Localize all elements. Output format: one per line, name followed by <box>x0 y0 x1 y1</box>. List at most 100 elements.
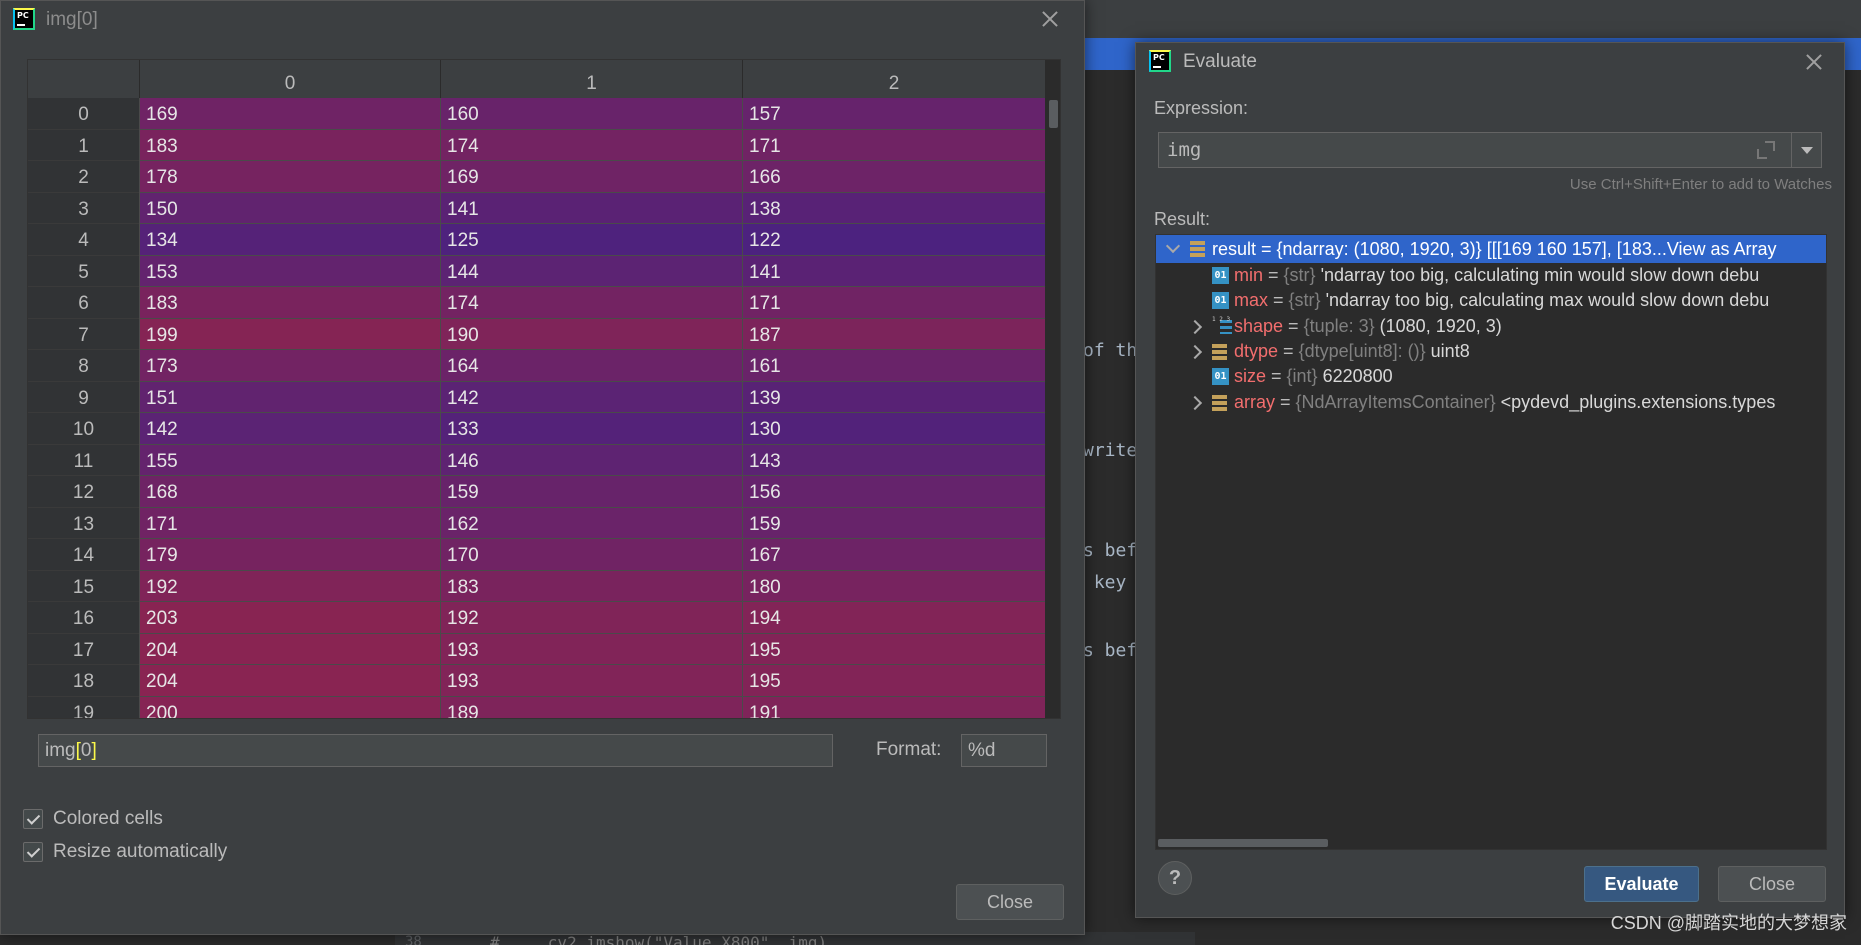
evaluate-button[interactable]: Evaluate <box>1584 866 1699 902</box>
table-cell[interactable]: 166 <box>742 161 1045 193</box>
table-row[interactable]: 4 134 125 122 <box>28 224 1045 256</box>
table-cell[interactable]: 138 <box>742 192 1045 224</box>
table-row[interactable]: 12 168 159 156 <box>28 476 1045 508</box>
colored-cells-checkbox[interactable]: Colored cells <box>23 807 163 831</box>
table-row[interactable]: 13 171 162 159 <box>28 507 1045 539</box>
table-row[interactable]: 14 179 170 167 <box>28 539 1045 571</box>
table-row[interactable]: 5 153 144 141 <box>28 255 1045 287</box>
table-cell[interactable]: 195 <box>742 665 1045 697</box>
table-cell[interactable]: 144 <box>440 255 742 287</box>
result-tree[interactable]: result = {ndarray: (1080, 1920, 3)} [[[1… <box>1155 234 1827 850</box>
array-viewer-titlebar[interactable]: PC img[0] <box>1 1 1084 41</box>
close-button[interactable]: Close <box>956 884 1064 920</box>
table-cell[interactable]: 156 <box>742 476 1045 508</box>
close-icon[interactable] <box>1038 7 1062 31</box>
table-cell[interactable]: 171 <box>139 507 440 539</box>
scrollbar-thumb[interactable] <box>1158 839 1328 847</box>
table-row[interactable]: 10 142 133 130 <box>28 413 1045 445</box>
table-cell[interactable]: 125 <box>440 224 742 256</box>
array-grid[interactable]: 0 1 2 0 169 160 157 1 183 174 171 2 178 169 166 3 150… <box>27 59 1061 719</box>
table-cell[interactable]: 142 <box>139 413 440 445</box>
table-cell[interactable]: 162 <box>440 507 742 539</box>
column-header[interactable]: 1 <box>440 60 742 98</box>
expression-input[interactable]: img <box>1158 132 1822 168</box>
chevron-right-icon[interactable] <box>1187 344 1203 359</box>
table-row[interactable]: 6 183 174 171 <box>28 287 1045 319</box>
table-cell[interactable]: 204 <box>139 633 440 665</box>
tree-row-shape[interactable]: shape = {tuple: 3} (1080, 1920, 3) <box>1156 314 1826 339</box>
table-cell[interactable]: 183 <box>440 570 742 602</box>
checkbox-checked-icon[interactable] <box>23 842 43 862</box>
table-cell[interactable]: 153 <box>139 255 440 287</box>
table-cell[interactable]: 171 <box>742 129 1045 161</box>
help-button[interactable]: ? <box>1158 861 1192 895</box>
table-row[interactable]: 0 169 160 157 <box>28 98 1045 130</box>
table-cell[interactable]: 169 <box>440 161 742 193</box>
tree-row-size[interactable]: 01 size = {int} 6220800 <box>1156 364 1826 389</box>
table-cell[interactable]: 151 <box>139 381 440 413</box>
table-row[interactable]: 16 203 192 194 <box>28 602 1045 634</box>
table-row[interactable]: 19 200 189 191 <box>28 696 1045 718</box>
chevron-right-icon[interactable] <box>1187 395 1203 410</box>
table-cell[interactable]: 173 <box>139 350 440 382</box>
table-cell[interactable]: 170 <box>440 539 742 571</box>
table-row[interactable]: 9 151 142 139 <box>28 381 1045 413</box>
table-cell[interactable]: 130 <box>742 413 1045 445</box>
table-cell[interactable]: 199 <box>139 318 440 350</box>
table-cell[interactable]: 139 <box>742 381 1045 413</box>
vertical-scrollbar[interactable] <box>1045 60 1060 718</box>
table-cell[interactable]: 192 <box>440 602 742 634</box>
table-cell[interactable]: 191 <box>742 696 1045 718</box>
table-row[interactable]: 8 173 164 161 <box>28 350 1045 382</box>
table-cell[interactable]: 168 <box>139 476 440 508</box>
table-cell[interactable]: 195 <box>742 633 1045 665</box>
tree-row-max[interactable]: 01 max = {str} 'ndarray too big, calculat… <box>1156 288 1826 313</box>
table-cell[interactable]: 179 <box>139 539 440 571</box>
table-cell[interactable]: 183 <box>139 287 440 319</box>
table-cell[interactable]: 174 <box>440 287 742 319</box>
table-cell[interactable]: 141 <box>440 192 742 224</box>
table-cell[interactable]: 141 <box>742 255 1045 287</box>
table-row[interactable]: 1 183 174 171 <box>28 129 1045 161</box>
table-cell[interactable]: 169 <box>139 98 440 130</box>
table-cell[interactable]: 155 <box>139 444 440 476</box>
tree-row-result[interactable]: result = {ndarray: (1080, 1920, 3)} [[[1… <box>1156 235 1826 263</box>
column-header[interactable]: 0 <box>139 60 440 98</box>
table-cell[interactable]: 183 <box>139 129 440 161</box>
table-cell[interactable]: 134 <box>139 224 440 256</box>
format-input[interactable]: %d <box>961 734 1047 767</box>
table-row[interactable]: 2 178 169 166 <box>28 161 1045 193</box>
table-cell[interactable]: 159 <box>440 476 742 508</box>
tree-row-min[interactable]: 01 min = {str} 'ndarray too big, calculat… <box>1156 263 1826 288</box>
table-cell[interactable]: 187 <box>742 318 1045 350</box>
table-cell[interactable]: 133 <box>440 413 742 445</box>
table-row[interactable]: 18 204 193 195 <box>28 665 1045 697</box>
table-cell[interactable]: 200 <box>139 696 440 718</box>
table-cell[interactable]: 204 <box>139 665 440 697</box>
table-cell[interactable]: 159 <box>742 507 1045 539</box>
table-cell[interactable]: 160 <box>440 98 742 130</box>
scrollbar-thumb[interactable] <box>1049 100 1058 128</box>
table-cell[interactable]: 193 <box>440 665 742 697</box>
chevron-down-icon[interactable] <box>1165 238 1181 254</box>
table-cell[interactable]: 150 <box>139 192 440 224</box>
table-cell[interactable]: 157 <box>742 98 1045 130</box>
checkbox-checked-icon[interactable] <box>23 809 43 829</box>
table-cell[interactable]: 143 <box>742 444 1045 476</box>
table-cell[interactable]: 164 <box>440 350 742 382</box>
table-cell[interactable]: 122 <box>742 224 1045 256</box>
table-cell[interactable]: 194 <box>742 602 1045 634</box>
table-row[interactable]: 3 150 141 138 <box>28 192 1045 224</box>
table-cell[interactable]: 193 <box>440 633 742 665</box>
resize-automatically-checkbox[interactable]: Resize automatically <box>23 840 227 864</box>
table-cell[interactable]: 161 <box>742 350 1045 382</box>
table-cell[interactable]: 174 <box>440 129 742 161</box>
table-row[interactable]: 15 192 183 180 <box>28 570 1045 602</box>
tree-row-array[interactable]: array = {NdArrayItemsContainer} <pydevd_… <box>1156 390 1826 415</box>
table-row[interactable]: 11 155 146 143 <box>28 444 1045 476</box>
table-cell[interactable]: 146 <box>440 444 742 476</box>
table-cell[interactable]: 203 <box>139 602 440 634</box>
evaluate-titlebar[interactable]: PC Evaluate <box>1136 43 1844 83</box>
table-cell[interactable]: 142 <box>440 381 742 413</box>
tree-row-dtype[interactable]: dtype = {dtype[uint8]: ()} uint8 <box>1156 339 1826 364</box>
